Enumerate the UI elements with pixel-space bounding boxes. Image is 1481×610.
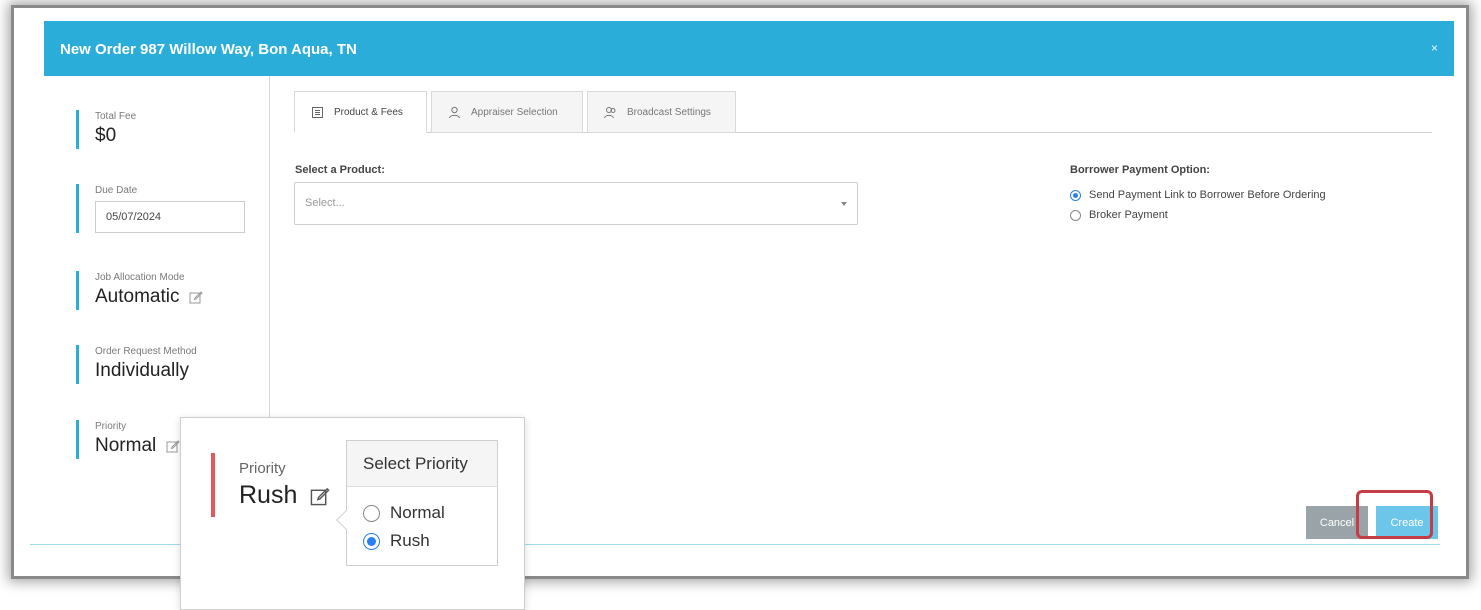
tab-appraiser-selection[interactable]: Appraiser Selection (431, 91, 583, 133)
tab-product-fees[interactable]: Product & Fees (294, 91, 427, 133)
create-button-highlight (1356, 490, 1433, 539)
tab-broadcast-settings[interactable]: Broadcast Settings (587, 91, 736, 133)
priority-label: Priority (95, 421, 127, 432)
order-tabs: Product & Fees Appraiser Selection Broad… (294, 91, 1432, 133)
payment-option-broker[interactable]: Broker Payment (1070, 209, 1168, 221)
chevron-down-icon (841, 202, 847, 206)
order-request-value: Individually (95, 360, 189, 381)
payment-option-send-link[interactable]: Send Payment Link to Borrower Before Ord… (1070, 189, 1326, 201)
radio-checked-icon[interactable] (363, 532, 380, 550)
payment-option-title: Borrower Payment Option: (1070, 164, 1210, 176)
edit-icon[interactable] (166, 439, 180, 453)
total-fee-value: $0 (95, 125, 117, 146)
order-request-label: Order Request Method (95, 346, 197, 357)
product-placeholder: Select... (305, 197, 345, 209)
radio-checked-icon[interactable] (1070, 189, 1081, 201)
priority-option-label: Normal (390, 503, 445, 522)
popover-arrow (336, 510, 356, 530)
tab-label: Broadcast Settings (627, 106, 711, 118)
priority-value: Normal (95, 435, 157, 456)
priority-option-normal[interactable]: Normal (363, 503, 445, 523)
product-label: Select a Product: (295, 164, 385, 176)
tab-label: Appraiser Selection (471, 106, 558, 118)
tab-label: Product & Fees (334, 106, 403, 118)
due-date-block: Due Date 05/07/2024 (76, 184, 245, 233)
job-allocation-row: Automatic (95, 284, 203, 310)
edit-icon[interactable] (310, 486, 330, 506)
payment-option-label: Broker Payment (1089, 209, 1168, 221)
job-allocation-label: Job Allocation Mode (95, 272, 185, 283)
payment-option-label: Send Payment Link to Borrower Before Ord… (1089, 189, 1326, 201)
modal-header: New Order 987 Willow Way, Bon Aqua, TN × (44, 21, 1454, 76)
priority-option-label: Rush (390, 531, 430, 550)
modal-title: New Order 987 Willow Way, Bon Aqua, TN (60, 41, 357, 58)
due-date-field[interactable]: 05/07/2024 (95, 201, 245, 233)
close-icon[interactable]: × (1431, 41, 1438, 55)
total-fee-block: Total Fee $0 (76, 110, 136, 149)
callout-priority-label: Priority (239, 460, 286, 477)
callout-priority-value: Rush (239, 481, 298, 509)
job-allocation-block: Job Allocation Mode Automatic (76, 271, 203, 310)
person-icon (449, 106, 460, 118)
product-select[interactable]: Select... (294, 182, 858, 225)
people-icon (604, 106, 616, 118)
order-request-block: Order Request Method Individually (76, 345, 197, 384)
priority-option-rush[interactable]: Rush (363, 531, 430, 551)
radio-unchecked-icon[interactable] (363, 504, 380, 522)
due-date-label: Due Date (95, 185, 138, 196)
priority-zoom-callout: Priority Rush Select Priority Normal Rus… (180, 417, 525, 610)
edit-icon[interactable] (189, 290, 203, 304)
document-icon (312, 106, 323, 118)
total-fee-label: Total Fee (95, 111, 137, 122)
select-priority-popover: Select Priority Normal Rush (336, 440, 498, 566)
priority-block: Priority Normal (76, 420, 180, 459)
job-allocation-value: Automatic (95, 286, 180, 307)
callout-priority-block: Priority Rush (211, 453, 330, 517)
popover-title: Select Priority (347, 441, 497, 487)
priority-row: Normal (95, 433, 180, 459)
callout-priority-row: Rush (239, 479, 330, 511)
radio-unchecked-icon[interactable] (1070, 209, 1081, 221)
